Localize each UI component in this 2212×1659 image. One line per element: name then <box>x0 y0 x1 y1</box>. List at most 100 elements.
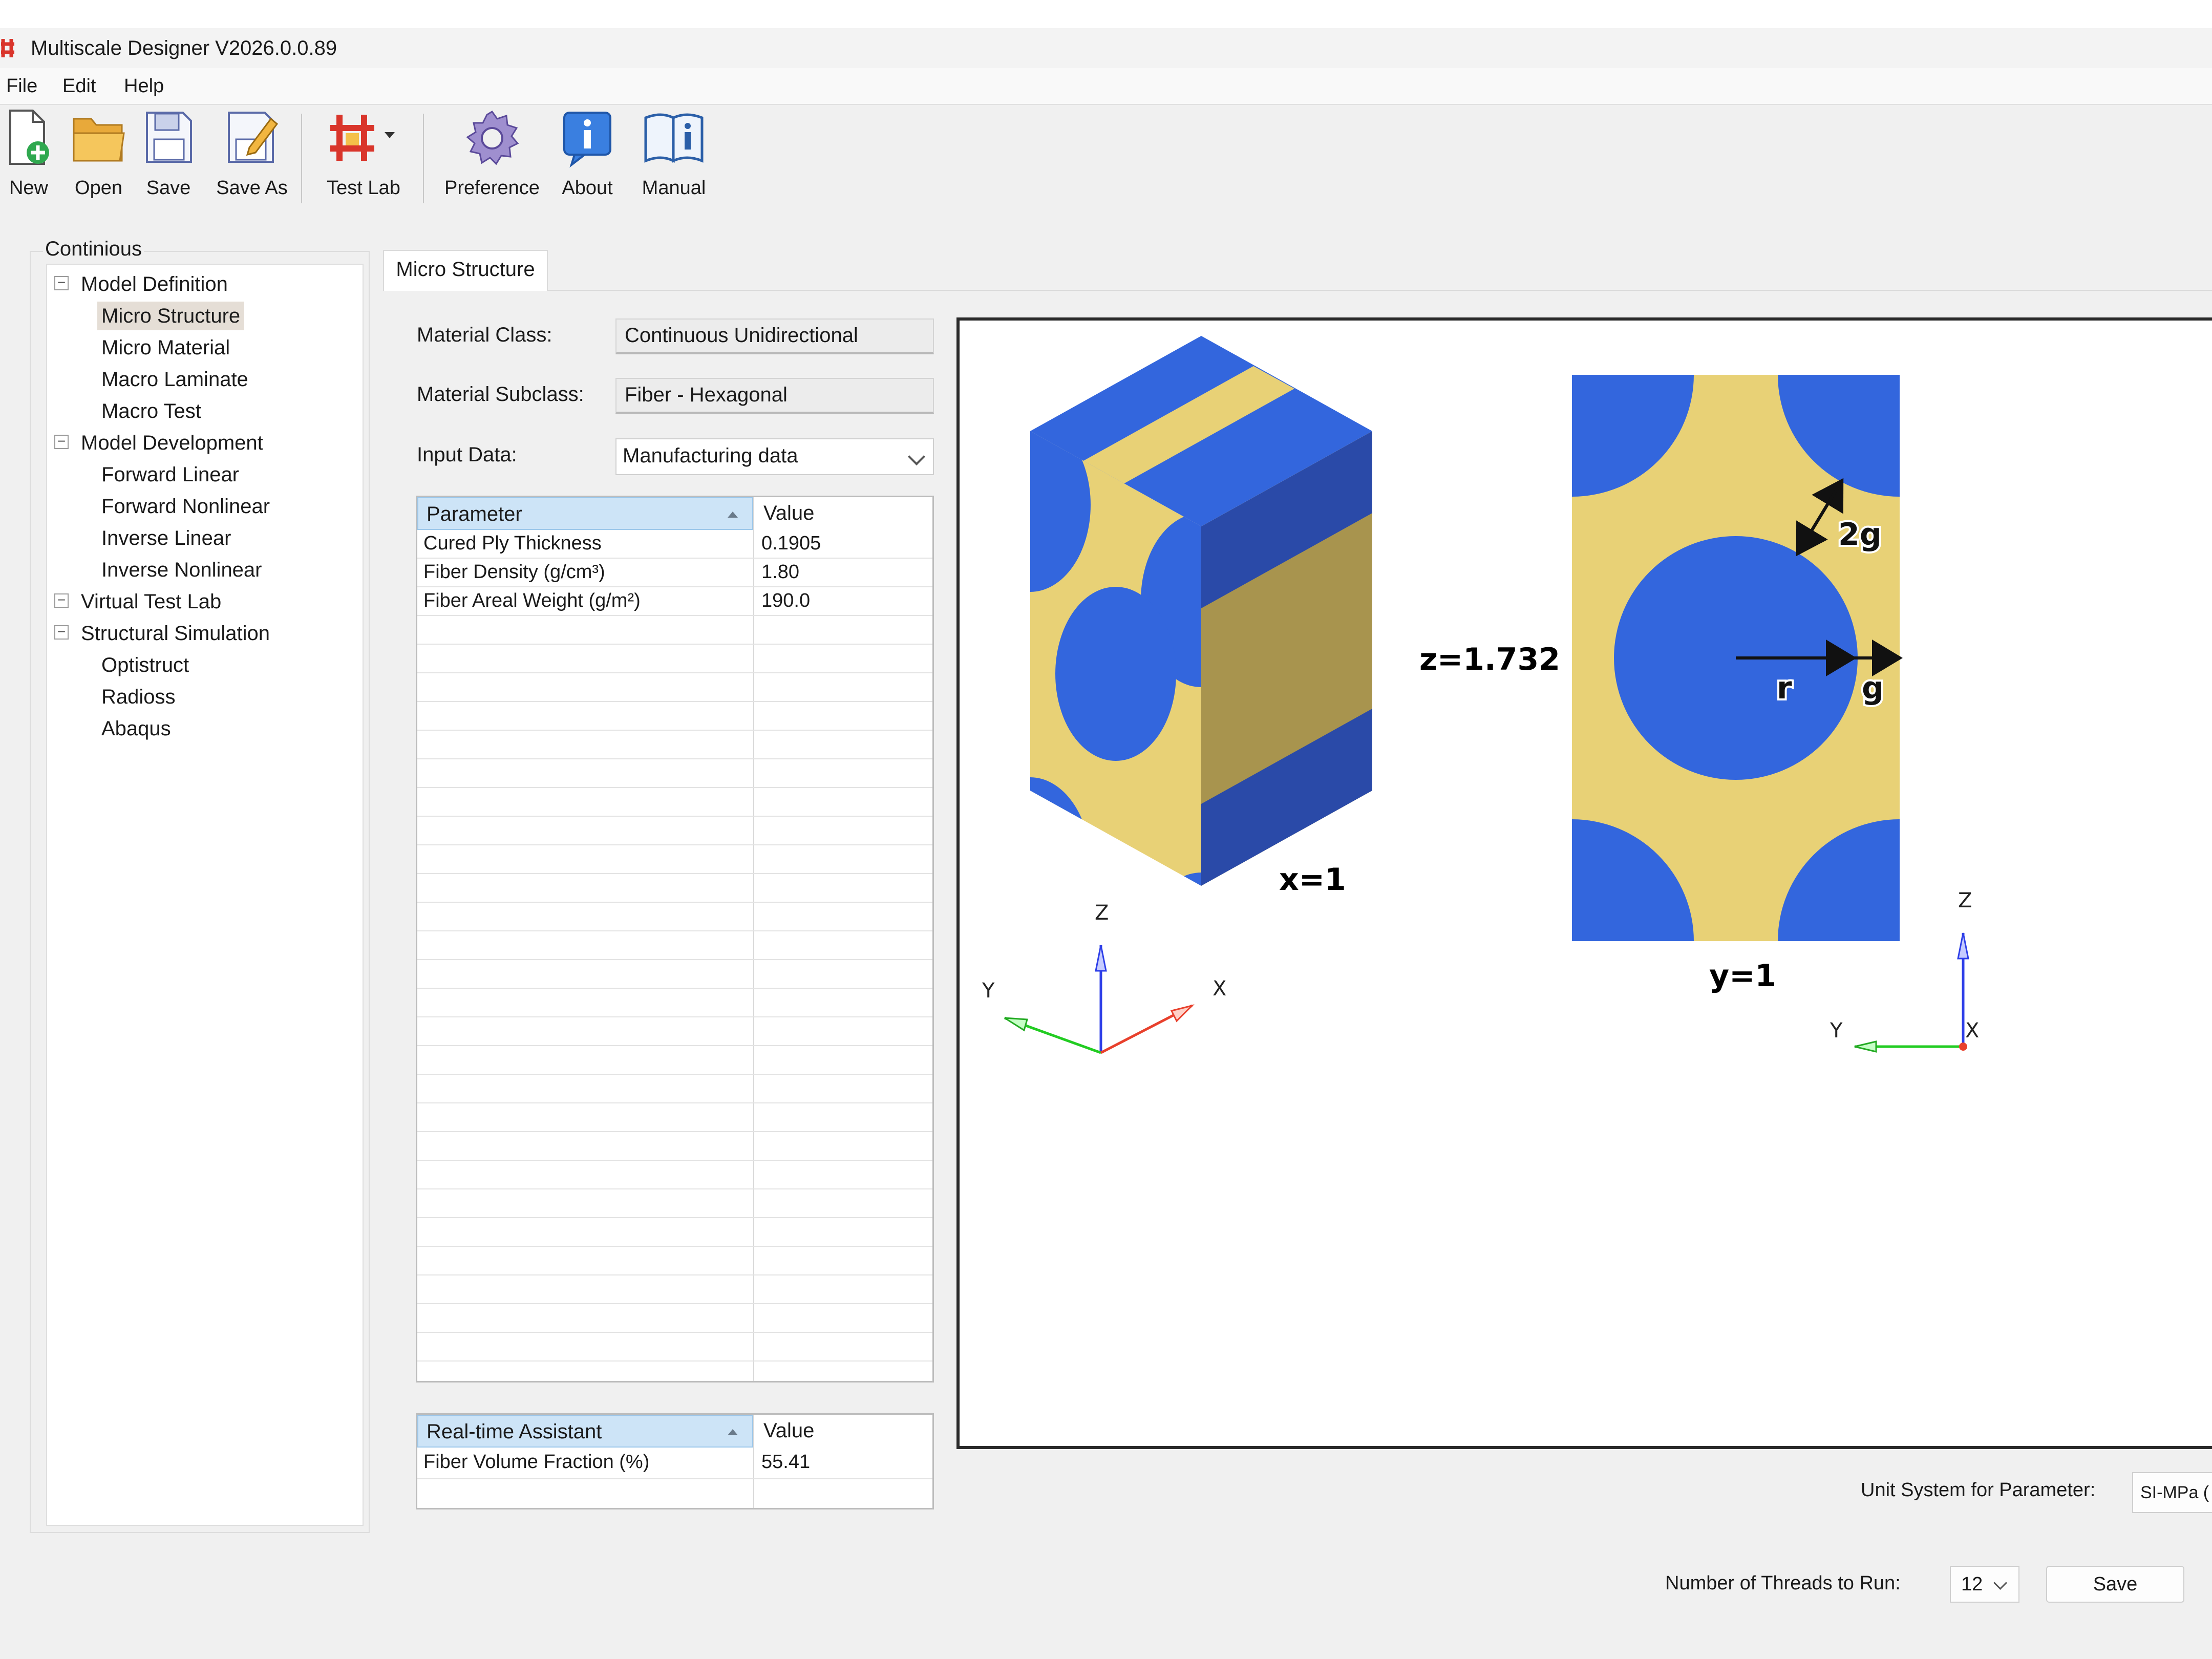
tab-strip-line <box>383 290 2212 291</box>
menu-help[interactable]: Help <box>124 73 164 99</box>
app-logo-icon <box>0 34 27 62</box>
open-label: Open <box>75 177 122 199</box>
table-cell-parameter: Fiber Areal Weight (g/m²) <box>423 590 641 611</box>
table-row-divider <box>417 758 932 759</box>
tree-item-micro-structure[interactable]: Micro Structure <box>97 302 245 330</box>
preference-label: Preference <box>444 177 540 199</box>
manual-button[interactable]: Manual <box>632 108 716 205</box>
toolbar-separator <box>301 114 302 203</box>
sort-ascending-icon <box>728 512 738 518</box>
table-cell-value: 55.41 <box>761 1451 811 1473</box>
tree-item-optistruct[interactable]: Optistruct <box>101 651 189 679</box>
menu-bar <box>0 68 2212 105</box>
table-row-divider <box>417 787 932 788</box>
save-toolbar-button[interactable]: Save <box>138 108 199 205</box>
two-g-label: 2g <box>1838 517 1882 552</box>
table-row-divider <box>417 1016 932 1017</box>
menu-edit[interactable]: Edit <box>62 73 96 99</box>
x-dimension-label: x=1 <box>1279 862 1346 898</box>
axis-x-label: X <box>1213 977 1226 1001</box>
assistant-column-header[interactable]: Real-time Assistant <box>417 1415 753 1448</box>
table-row-divider <box>417 644 932 645</box>
save-button[interactable]: Save <box>2046 1566 2184 1603</box>
table-cell-parameter: Fiber Density (g/cm³) <box>423 561 605 583</box>
tree-collapse-toggle[interactable]: − <box>54 593 69 608</box>
value-header-label: Value <box>763 502 815 524</box>
parameter-column-header[interactable]: Parameter <box>417 497 753 530</box>
test-lab-label: Test Lab <box>327 177 400 199</box>
tree-item-macro-test[interactable]: Macro Test <box>101 397 201 426</box>
tree-node-model-development[interactable]: Model Development <box>81 429 263 457</box>
table-row-divider <box>417 873 932 874</box>
tree-item-forward-linear[interactable]: Forward Linear <box>101 460 239 489</box>
tree-node-model-definition[interactable]: Model Definition <box>81 270 228 299</box>
save-as-label: Save As <box>216 177 288 199</box>
table-row-divider <box>417 586 932 587</box>
unit-system-dropdown[interactable]: SI-MPa ( <box>2132 1472 2212 1513</box>
tree-item-macro-laminate[interactable]: Macro Laminate <box>101 365 248 394</box>
manual-book-icon <box>644 113 704 163</box>
table-row-divider <box>417 1131 932 1132</box>
sort-ascending-icon <box>728 1429 738 1435</box>
floppy-disk-icon <box>146 112 192 163</box>
tree-item-micro-material[interactable]: Micro Material <box>101 333 230 362</box>
table-row-divider <box>417 902 932 903</box>
input-data-label: Input Data: <box>417 443 517 466</box>
input-data-dropdown[interactable]: Manufacturing data <box>615 438 934 475</box>
table-row-divider <box>417 1246 932 1247</box>
manual-label: Manual <box>642 177 706 199</box>
real-time-assistant-table: Real-time Assistant Value Fiber Volume F… <box>416 1413 934 1509</box>
tree-item-abaqus[interactable]: Abaqus <box>101 714 171 743</box>
about-label: About <box>562 177 613 199</box>
threads-dropdown[interactable]: 12 <box>1950 1566 2019 1603</box>
table-cell-value[interactable]: 0.1905 <box>755 529 821 558</box>
save-as-pencil-icon <box>228 112 279 163</box>
menu-file[interactable]: File <box>6 73 37 99</box>
chevron-down-icon <box>1993 1576 2007 1590</box>
assistant-value-header-label: Value <box>763 1419 815 1442</box>
axis-y-label: Y <box>982 979 995 1003</box>
tree-collapse-toggle[interactable]: − <box>54 625 69 640</box>
tree-item-inverse-nonlinear[interactable]: Inverse Nonlinear <box>101 556 262 584</box>
microstructure-viewer[interactable]: x=1 Z Y X z=1.732 2g r g y=1 Z Y X <box>956 317 2212 1449</box>
about-button[interactable]: About <box>554 108 621 205</box>
tree-node-virtual-test-lab[interactable]: Virtual Test Lab <box>81 587 221 616</box>
parameter-table: Parameter Value Cured Ply Thickness 0.19… <box>416 496 934 1382</box>
open-button[interactable]: Open <box>67 108 131 205</box>
save-as-button[interactable]: Save As <box>211 108 293 205</box>
tree-node-structural-simulation[interactable]: Structural Simulation <box>81 619 270 648</box>
material-class-field: Continuous Unidirectional <box>615 318 934 354</box>
table-row-divider <box>417 1303 932 1304</box>
material-subclass-label: Material Subclass: <box>417 383 584 406</box>
table-row-divider <box>417 730 932 731</box>
toolbar-separator <box>423 114 424 203</box>
tree-item-inverse-linear[interactable]: Inverse Linear <box>101 524 231 552</box>
table-row-divider <box>417 1274 932 1275</box>
cross-section-2d: 2g r g <box>1572 375 1903 941</box>
table-row-divider <box>417 988 932 989</box>
table-cell-value[interactable]: 190.0 <box>755 586 810 615</box>
unit-cell-3d <box>1030 336 1372 886</box>
tree-group-label: Continious <box>43 236 144 262</box>
table-row-divider <box>417 844 932 845</box>
tree-item-radioss[interactable]: Radioss <box>101 683 176 711</box>
table-row-divider <box>417 615 932 616</box>
tree-item-forward-nonlinear[interactable]: Forward Nonlinear <box>101 492 270 521</box>
value-column-header[interactable]: Value <box>755 497 932 530</box>
table-row-divider <box>417 1332 932 1333</box>
window-title: Multiscale Designer V2026.0.0.89 <box>31 37 337 59</box>
radius-label: r <box>1777 670 1792 706</box>
unit-cell-diagram: x=1 Z Y X z=1.732 2g r g y=1 Z Y X <box>982 336 1979 1054</box>
tree-collapse-toggle[interactable]: − <box>54 434 69 449</box>
preference-button[interactable]: Preference <box>439 108 545 205</box>
y-dimension-label: y=1 <box>1709 958 1776 994</box>
z-dimension-label: z=1.732 <box>1419 642 1560 677</box>
table-cell-value[interactable]: 1.80 <box>755 558 799 586</box>
tree-collapse-toggle[interactable]: − <box>54 275 69 290</box>
test-lab-button[interactable]: Test Lab <box>321 108 407 205</box>
parameter-header-label: Parameter <box>427 503 522 525</box>
table-row-divider <box>417 1160 932 1161</box>
new-button[interactable]: New <box>0 108 57 205</box>
tab-micro-structure[interactable]: Micro Structure <box>383 250 548 291</box>
assistant-value-column-header[interactable]: Value <box>755 1415 932 1448</box>
